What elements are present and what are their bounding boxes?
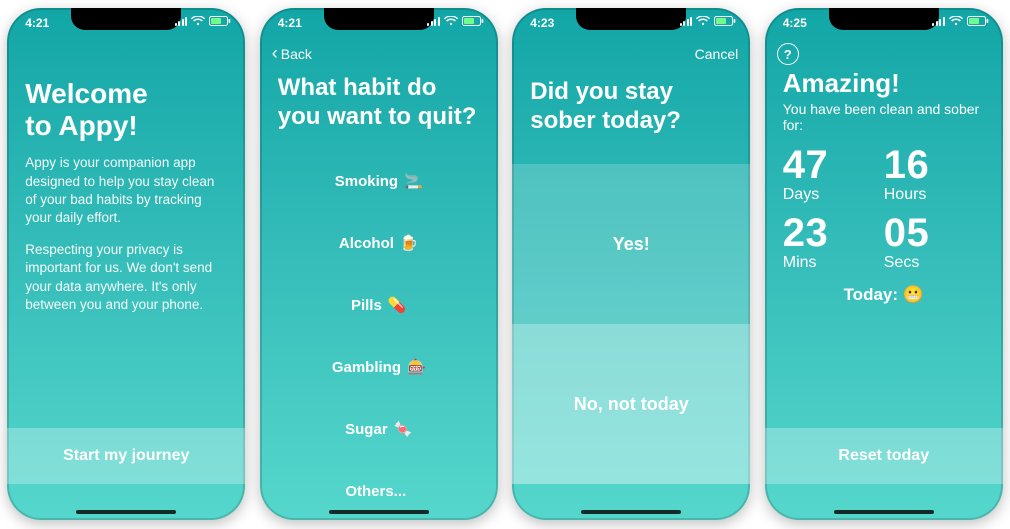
screen-progress: 4:25 ? Amazing! You have been clean and … bbox=[765, 8, 1003, 520]
counter-mins: 23 Mins bbox=[783, 213, 884, 271]
counter-hours-value: 16 bbox=[884, 145, 930, 185]
counter-secs: 05 Secs bbox=[884, 213, 985, 271]
progress-counters: 47 Days 16 Hours 23 Mins 05 Secs bbox=[765, 145, 1003, 271]
screen-habit-select: 4:21 ‹ Back What habit do you want to qu… bbox=[260, 8, 498, 520]
home-indicator bbox=[76, 510, 176, 514]
habit-item-smoking[interactable]: Smoking🚬 bbox=[260, 150, 498, 212]
counter-hours-unit: Hours bbox=[884, 187, 927, 203]
counter-secs-unit: Secs bbox=[884, 255, 920, 271]
battery-icon bbox=[209, 16, 231, 26]
cellular-icon bbox=[175, 16, 188, 26]
status-bar: 4:21 bbox=[7, 8, 245, 38]
habit-item-pills[interactable]: Pills💊 bbox=[260, 274, 498, 336]
progress-heading: Amazing! bbox=[765, 64, 1003, 101]
battery-icon bbox=[967, 16, 989, 26]
welcome-title: Welcome to Appy! bbox=[7, 64, 245, 150]
help-icon: ? bbox=[777, 43, 799, 65]
screen-welcome: 4:21 Welcome to Appy! Appy is your compa… bbox=[7, 8, 245, 520]
start-journey-button[interactable]: Start my journey bbox=[7, 428, 245, 484]
cellular-icon bbox=[427, 16, 440, 26]
status-time: 4:21 bbox=[25, 16, 49, 30]
status-bar: 4:21 bbox=[260, 8, 498, 38]
progress-subtitle: You have been clean and sober for: bbox=[765, 101, 1003, 145]
nav-back-button[interactable]: ‹ Back bbox=[272, 46, 312, 62]
home-indicator bbox=[834, 510, 934, 514]
home-indicator bbox=[581, 510, 681, 514]
reset-today-button[interactable]: Reset today bbox=[765, 428, 1003, 484]
counter-mins-unit: Mins bbox=[783, 255, 817, 271]
chevron-left-icon: ‹ bbox=[272, 44, 278, 62]
sugar-emoji: 🍬 bbox=[394, 420, 413, 438]
checkin-no-button[interactable]: No, not today bbox=[512, 324, 750, 484]
cellular-icon bbox=[680, 16, 693, 26]
counter-days-value: 47 bbox=[783, 145, 829, 185]
counter-secs-value: 05 bbox=[884, 213, 930, 253]
alcohol-emoji: 🍺 bbox=[400, 234, 419, 252]
status-bar: 4:25 bbox=[765, 8, 1003, 38]
welcome-paragraph-2: Respecting your privacy is important for… bbox=[7, 237, 245, 324]
wifi-icon bbox=[444, 16, 458, 26]
nav-back-label: Back bbox=[281, 46, 312, 62]
battery-icon bbox=[714, 16, 736, 26]
counter-days-unit: Days bbox=[783, 187, 819, 203]
nav-cancel-label: Cancel bbox=[695, 46, 739, 62]
status-time: 4:23 bbox=[530, 16, 554, 30]
status-bar: 4:23 bbox=[512, 8, 750, 38]
gambling-emoji: 🎰 bbox=[407, 358, 426, 376]
wifi-icon bbox=[696, 16, 710, 26]
wifi-icon bbox=[949, 16, 963, 26]
wifi-icon bbox=[191, 16, 205, 26]
checkin-title: Did you stay sober today? bbox=[512, 64, 750, 148]
checkin-yes-button[interactable]: Yes! bbox=[512, 164, 750, 324]
today-label: Today: bbox=[844, 285, 898, 304]
home-indicator bbox=[329, 510, 429, 514]
cellular-icon bbox=[932, 16, 945, 26]
welcome-paragraph-1: Appy is your companion app designed to h… bbox=[7, 150, 245, 237]
pills-emoji: 💊 bbox=[388, 296, 407, 314]
habit-item-alcohol[interactable]: Alcohol🍺 bbox=[260, 212, 498, 274]
counter-mins-value: 23 bbox=[783, 213, 829, 253]
today-status: Today: 😬 bbox=[765, 285, 1003, 305]
screen-checkin: 4:23 Cancel Did you stay sober today? Ye… bbox=[512, 8, 750, 520]
counter-days: 47 Days bbox=[783, 145, 884, 203]
today-emoji: 😬 bbox=[903, 285, 924, 304]
counter-hours: 16 Hours bbox=[884, 145, 985, 203]
habit-item-sugar[interactable]: Sugar🍬 bbox=[260, 398, 498, 460]
battery-icon bbox=[462, 16, 484, 26]
smoking-emoji: 🚬 bbox=[404, 172, 423, 190]
habit-item-gambling[interactable]: Gambling🎰 bbox=[260, 336, 498, 398]
habits-list: Smoking🚬 Alcohol🍺 Pills💊 Gambling🎰 Sugar… bbox=[260, 150, 498, 520]
nav-help-button[interactable]: ? bbox=[777, 43, 799, 65]
habits-title: What habit do you want to quit? bbox=[260, 64, 498, 140]
nav-cancel-button[interactable]: Cancel bbox=[695, 46, 739, 62]
status-time: 4:25 bbox=[783, 16, 807, 30]
status-time: 4:21 bbox=[278, 16, 302, 30]
